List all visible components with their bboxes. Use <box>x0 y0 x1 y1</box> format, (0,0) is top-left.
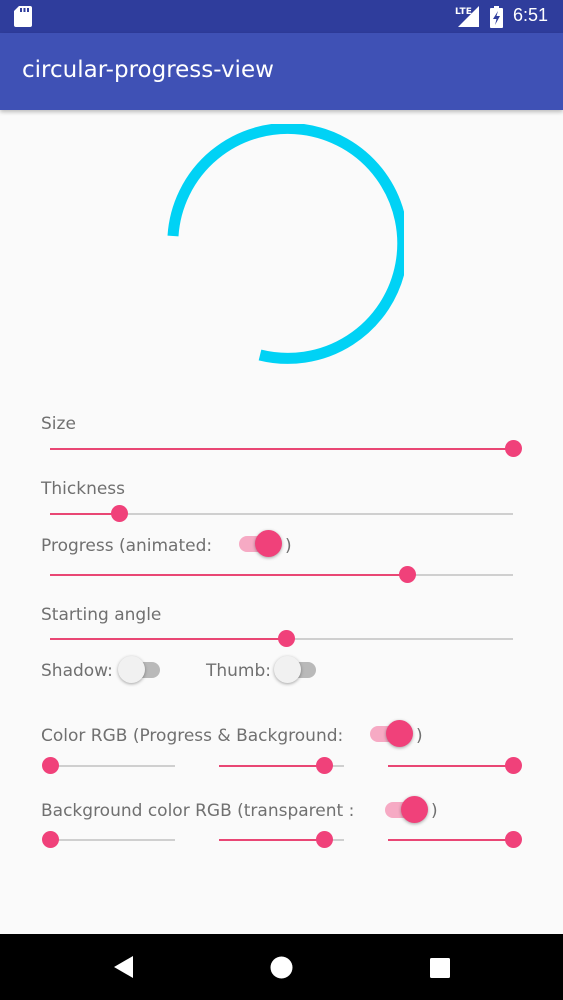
color-red-slider[interactable] <box>42 754 175 778</box>
battery-charging-icon <box>490 6 503 28</box>
switch-thumb <box>274 656 301 683</box>
slider-thumb[interactable] <box>278 630 296 647</box>
background-blue-slider[interactable] <box>388 828 522 852</box>
slider-thumb[interactable] <box>505 831 522 848</box>
starting-angle-label: Starting angle <box>41 605 162 625</box>
app-title: circular-progress-view <box>22 57 274 83</box>
background-green-slider[interactable] <box>219 828 344 852</box>
size-slider[interactable] <box>50 437 522 461</box>
thickness-slider[interactable] <box>50 502 513 526</box>
background-red-slider[interactable] <box>42 828 175 852</box>
back-triangle-icon[interactable] <box>113 955 135 979</box>
switch-thumb <box>255 530 282 557</box>
slider-thumb[interactable] <box>111 505 129 522</box>
progress-animated-switch[interactable] <box>235 529 285 559</box>
slider-fill <box>50 448 513 450</box>
status-bar: LTE 6:51 <box>0 0 563 33</box>
slider-track <box>50 839 175 841</box>
switch-thumb <box>386 720 413 747</box>
starting-angle-slider[interactable] <box>50 627 513 651</box>
color-green-slider[interactable] <box>219 754 344 778</box>
switch-thumb <box>118 656 145 683</box>
background-rgb-label: Background color RGB (transparent : <box>41 801 355 821</box>
slider-thumb[interactable] <box>42 757 59 774</box>
background-rgb-close-paren: ) <box>431 801 438 821</box>
shadow-switch[interactable] <box>118 655 168 685</box>
slider-fill <box>388 765 513 767</box>
slider-thumb[interactable] <box>316 757 333 774</box>
color-blue-slider[interactable] <box>388 754 522 778</box>
slider-fill <box>50 574 407 576</box>
progress-close-paren: ) <box>285 536 292 556</box>
slider-thumb[interactable] <box>505 757 522 774</box>
clock: 6:51 <box>513 5 549 25</box>
slider-fill <box>388 839 513 841</box>
slider-track <box>50 765 175 767</box>
shadow-label: Shadow: <box>41 661 113 681</box>
signal-icon <box>458 6 479 27</box>
progress-arc <box>167 124 404 364</box>
circular-progress-ring <box>167 124 404 364</box>
slider-fill <box>50 638 287 640</box>
navigation-bar <box>0 934 563 1000</box>
thickness-label: Thickness <box>41 479 126 499</box>
progress-label: Progress (animated: <box>41 536 213 556</box>
sd-card-icon <box>14 6 32 27</box>
slider-fill <box>219 765 324 767</box>
color-rgb-label: Color RGB (Progress & Background: <box>41 726 344 746</box>
background-transparent-switch[interactable] <box>381 795 431 825</box>
slider-thumb[interactable] <box>42 831 59 848</box>
thumb-label: Thumb: <box>206 661 272 681</box>
thumb-switch[interactable] <box>274 655 324 685</box>
progress-slider[interactable] <box>50 563 513 587</box>
recents-square-icon[interactable] <box>429 957 451 979</box>
home-circle-icon[interactable] <box>270 956 293 979</box>
app-bar: circular-progress-view <box>0 33 563 110</box>
switch-thumb <box>401 796 428 823</box>
slider-thumb[interactable] <box>398 566 416 583</box>
slider-thumb[interactable] <box>316 831 333 848</box>
slider-fill <box>219 839 324 841</box>
slider-thumb[interactable] <box>505 440 522 457</box>
size-label: Size <box>41 414 76 434</box>
color-rgb-close-paren: ) <box>416 726 423 746</box>
slider-fill <box>50 513 120 515</box>
color-rgb-switch[interactable] <box>366 719 416 749</box>
